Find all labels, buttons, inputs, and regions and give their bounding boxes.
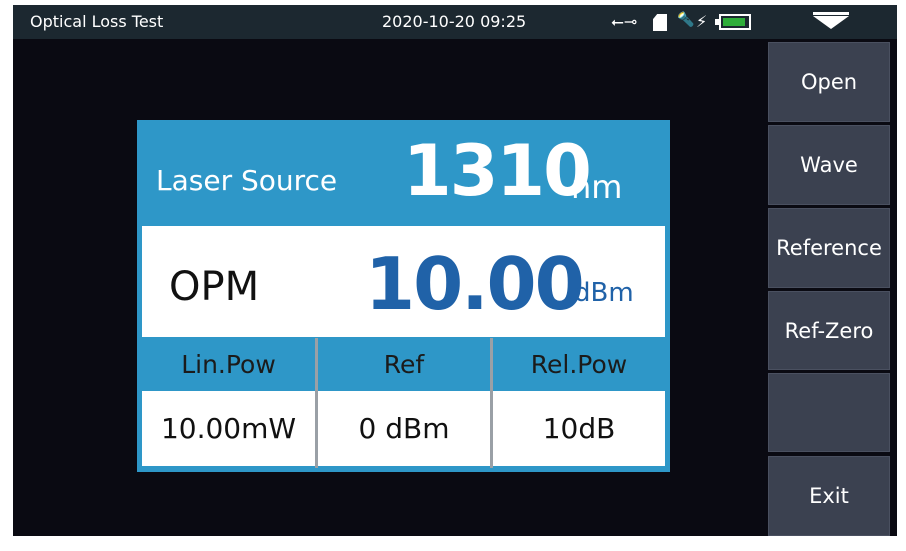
dropdown-menu-icon[interactable] (813, 12, 849, 29)
column-label: Ref (383, 350, 425, 379)
opm-box: OPM 10.00 dBm (142, 226, 665, 337)
column-value: 10.00mW (142, 391, 315, 466)
measurement-panel: Laser Source 1310 nm OPM 10.00 dBm Lin.P… (137, 120, 670, 472)
ref-zero-button[interactable]: Ref-Zero (768, 291, 890, 370)
opm-label: OPM (169, 264, 260, 310)
battery-fill (723, 18, 745, 26)
power-value: 10.00 (365, 242, 585, 326)
exit-button[interactable]: Exit (768, 456, 890, 536)
column-value: 10dB (493, 391, 665, 466)
wave-button[interactable]: Wave (768, 125, 890, 205)
title-bar: Optical Loss Test 2020-10-20 09:25 ⭠⊸ 🔦 … (13, 5, 897, 39)
wavelength-value: 1310 (403, 130, 592, 212)
app-window: Optical Loss Test 2020-10-20 09:25 ⭠⊸ 🔦 … (13, 5, 897, 536)
reference-button[interactable]: Reference (768, 208, 890, 288)
sd-card-icon (653, 14, 667, 31)
power-unit: dBm (574, 278, 634, 308)
usb-icon: ⭠⊸ (611, 12, 638, 31)
open-button[interactable]: Open (768, 42, 890, 122)
app-title: Optical Loss Test (30, 12, 164, 31)
rel-pow-column: Rel.Pow 10dB (493, 338, 665, 466)
column-value: 0 dBm (318, 391, 490, 466)
lin-pow-column: Lin.Pow 10.00mW (142, 338, 315, 466)
battery-icon (719, 14, 751, 30)
column-label: Rel.Pow (530, 350, 628, 379)
empty-button[interactable] (768, 373, 890, 452)
column-label: Lin.Pow (181, 350, 276, 379)
ref-column: Ref 0 dBm (318, 338, 490, 466)
flashlight-icon: 🔦 (677, 12, 695, 28)
datetime: 2020-10-20 09:25 (382, 12, 527, 31)
laser-source-label: Laser Source (156, 164, 338, 197)
wavelength-unit: nm (571, 168, 623, 206)
charging-icon: ⚡ (696, 12, 708, 31)
